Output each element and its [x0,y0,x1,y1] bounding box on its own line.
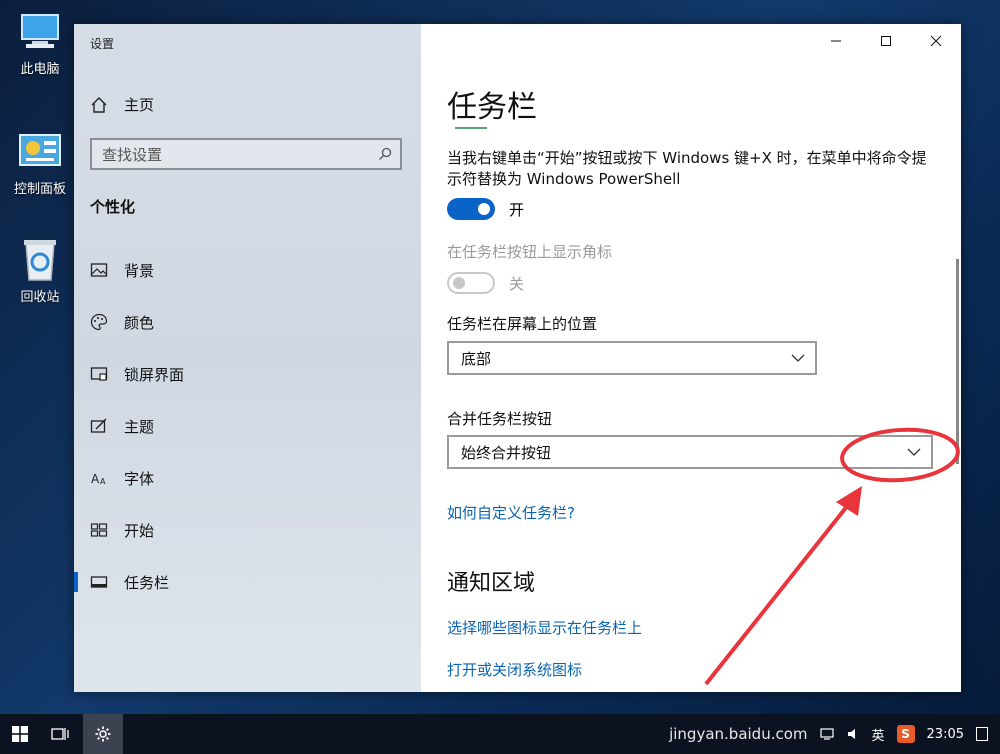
chevron-down-icon [791,354,805,362]
search-icon[interactable] [378,147,392,161]
settings-taskbar-button[interactable] [83,714,123,754]
home-icon [91,96,107,113]
app-title: 设置 [90,37,115,51]
sidebar-item-label: 字体 [124,469,155,488]
sidebar-item-start[interactable]: 开始 [74,504,421,556]
sidebar: 设置 主页 查找设置 个性化 背景 颜色 锁屏界面 主题 A A 字体 开始 任… [74,24,421,692]
badges-toggle-row: 关 [447,272,524,294]
sidebar-item-themes[interactable]: 主题 [74,400,421,452]
powershell-toggle-row: 开 [447,198,524,220]
gear-icon [95,726,111,742]
task-view-button[interactable] [40,714,80,754]
desktop-icon-label: 此电脑 [20,62,60,77]
sogou-ime-icon[interactable]: S [896,725,915,743]
minimize-button[interactable] [811,24,861,58]
select-icons-link[interactable]: 选择哪些图标显示在任务栏上 [447,617,642,638]
desktop-icon-label: 控制面板 [13,182,66,197]
close-button[interactable] [911,24,961,58]
font-icon: AA [91,472,106,486]
combine-label: 合并任务栏按钮 [447,410,553,428]
baidu-watermark: Baidu经验 [760,652,854,673]
desktop-icon-recycle-bin[interactable]: 回收站 [8,236,72,305]
start-icon [90,523,108,537]
sidebar-item-label: 任务栏 [124,573,170,592]
badges-toggle-state: 关 [509,274,525,293]
task-view-icon [51,728,69,740]
content-pane: 任务栏 当我右键单击“开始”按钮或按下 Windows 键+X 时，在菜单中将命… [421,24,961,692]
close-icon [930,35,942,47]
sidebar-item-label: 颜色 [124,313,155,332]
maximize-icon [881,36,891,46]
page-title: 任务栏 [447,90,537,125]
sidebar-nav: 背景 颜色 锁屏界面 主题 AA 字体 开始 任务栏 [74,244,421,608]
start-button[interactable] [0,714,40,754]
control-panel-icon [17,128,63,174]
badges-toggle[interactable] [447,272,495,294]
notification-area-heading: 通知区域 [447,571,536,596]
chevron-down-icon [907,448,921,456]
svg-text:A: A [91,472,100,486]
powershell-toggle[interactable] [447,198,495,220]
sidebar-item-background[interactable]: 背景 [74,244,421,296]
desktop-icon-control-panel[interactable]: 控制面板 [8,128,72,197]
desktop-icon-this-pc[interactable]: 此电脑 [8,8,72,77]
minimize-icon [831,40,841,42]
position-dropdown[interactable]: 底部 [447,341,817,375]
windows-logo-icon [12,726,28,742]
title-accent [455,127,487,129]
sidebar-item-label: 锁屏界面 [124,365,185,384]
svg-text:A: A [100,477,106,486]
desktop-icon-label: 回收站 [20,290,60,305]
search-input[interactable]: 查找设置 [90,138,402,170]
sidebar-item-taskbar[interactable]: 任务栏 [74,556,421,608]
sidebar-item-label: 背景 [124,261,155,280]
badges-label: 在任务栏按钮上显示角标 [447,243,613,261]
section-title: 个性化 [90,198,136,216]
lock-screen-icon [90,367,108,381]
powershell-toggle-state: 开 [509,200,525,219]
window-controls [811,24,961,58]
network-icon[interactable] [819,727,834,741]
volume-icon[interactable] [846,727,860,741]
sidebar-item-fonts[interactable]: AA 字体 [74,452,421,504]
sidebar-item-label: 主页 [124,96,155,114]
computer-icon [17,8,63,54]
taskbar: jingyan.baidu.com 英 S 23:05 [0,714,1000,754]
powershell-description: 当我右键单击“开始”按钮或按下 Windows 键+X 时，在菜单中将命令提示符… [447,149,927,188]
position-value: 底部 [461,349,492,368]
combine-dropdown[interactable]: 始终合并按钮 [447,435,933,469]
combine-value: 始终合并按钮 [461,443,552,462]
ime-indicator[interactable]: 英 [872,725,885,744]
settings-window: 设置 主页 查找设置 个性化 背景 颜色 锁屏界面 主题 A A 字体 开始 任… [74,24,961,692]
customize-taskbar-link[interactable]: 如何自定义任务栏? [447,502,575,523]
clock[interactable]: 23:05 [927,727,964,742]
sidebar-item-lock-screen[interactable]: 锁屏界面 [74,348,421,400]
system-icons-link[interactable]: 打开或关闭系统图标 [447,659,582,680]
theme-icon [90,418,107,433]
sidebar-item-home[interactable]: 主页 [90,94,154,115]
picture-icon [90,263,108,277]
sidebar-item-colors[interactable]: 颜色 [74,296,421,348]
position-label: 任务栏在屏幕上的位置 [447,315,598,333]
sidebar-item-label: 主题 [124,417,155,436]
sidebar-item-label: 开始 [124,521,155,540]
search-placeholder: 查找设置 [102,145,163,164]
palette-icon [90,313,108,331]
maximize-button[interactable] [861,24,911,58]
recycle-bin-icon [17,236,63,282]
taskbar-icon [90,576,108,588]
system-tray: jingyan.baidu.com 英 S 23:05 [669,714,1000,754]
scrollbar[interactable] [956,259,959,464]
watermark-url: jingyan.baidu.com [669,725,808,743]
action-center-icon[interactable] [976,727,988,741]
